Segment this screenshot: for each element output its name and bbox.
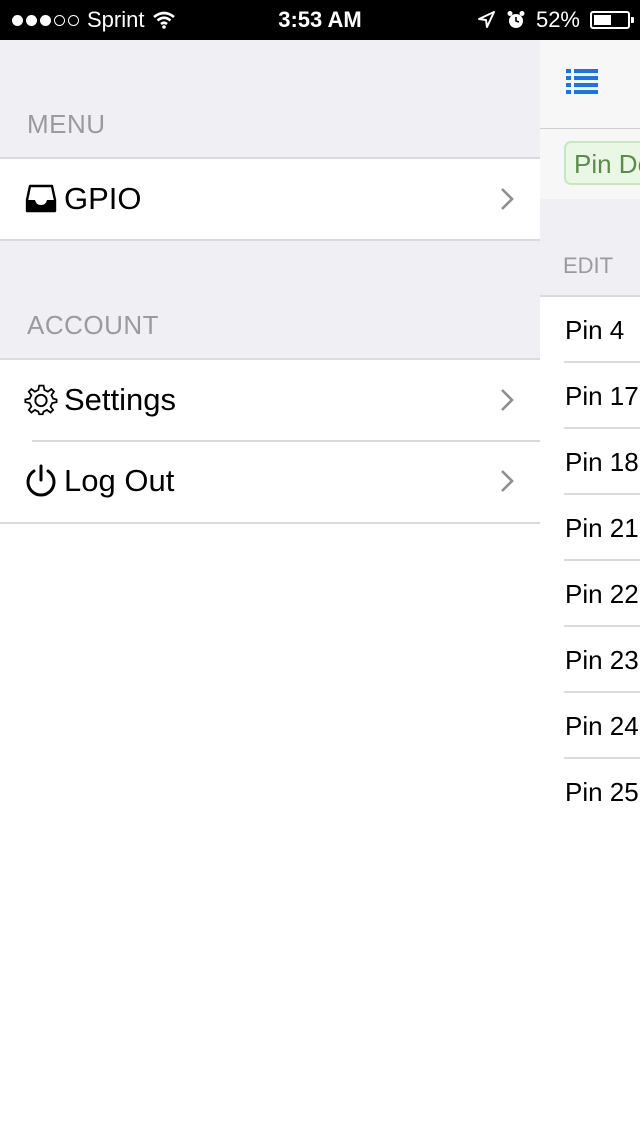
- side-drawer: MENU GPIO ACCOUNT Settings Log Out: [0, 40, 540, 1136]
- menu-section-header: MENU: [27, 109, 106, 139]
- pin-label: Pin 25: [565, 777, 639, 807]
- pin-list-item[interactable]: Pin 4: [540, 297, 640, 363]
- chevron-right-icon: [501, 470, 514, 492]
- edit-section-header: EDIT: [563, 253, 614, 278]
- inbox-icon: [24, 182, 58, 216]
- pin-label: Pin 24: [565, 711, 639, 741]
- pin-list-item[interactable]: Pin 25: [540, 759, 640, 825]
- chevron-right-icon: [501, 389, 514, 411]
- location-arrow-icon: [477, 11, 495, 28]
- pin-label: Pin 4: [565, 315, 625, 345]
- drawer-item-label: GPIO: [64, 181, 142, 216]
- chevron-right-icon: [501, 188, 514, 210]
- pin-label: Pin 23: [565, 645, 639, 675]
- drawer-item-settings[interactable]: Settings: [0, 358, 540, 440]
- status-bar: Sprint 3:53 AM 52%: [0, 0, 640, 40]
- edit-section-header-band: EDIT: [540, 199, 640, 297]
- pin-detail-button[interactable]: Pin De: [564, 141, 640, 185]
- pin-list-item[interactable]: Pin 24: [540, 693, 640, 759]
- drawer-item-logout[interactable]: Log Out: [0, 440, 540, 524]
- pin-list-item[interactable]: Pin 21: [540, 495, 640, 561]
- pin-label: Pin 21: [565, 513, 639, 543]
- drawer-item-gpio[interactable]: GPIO: [0, 157, 540, 241]
- pin-list-item[interactable]: Pin 22: [540, 561, 640, 627]
- pin-label: Pin 17: [565, 381, 639, 411]
- pin-list-item[interactable]: Pin 18: [540, 429, 640, 495]
- battery-icon: [590, 11, 634, 29]
- navigation-bar: [540, 40, 640, 129]
- menu-section-header-band: MENU: [0, 40, 540, 157]
- pin-list-item[interactable]: Pin 23: [540, 627, 640, 693]
- drawer-item-label: Settings: [64, 382, 177, 417]
- power-icon: [24, 464, 58, 498]
- account-section-header: ACCOUNT: [27, 310, 160, 340]
- alarm-icon: [507, 11, 525, 28]
- gear-icon: [24, 383, 58, 417]
- drawer-item-label: Log Out: [64, 463, 175, 498]
- list-icon[interactable]: [566, 68, 598, 96]
- status-right: 52%: [476, 0, 634, 40]
- main-content-panel: Pin De EDIT Pin 4 Pin 17 Pin 18 Pin 21 P…: [540, 40, 640, 1136]
- pin-list-item[interactable]: Pin 17: [540, 363, 640, 429]
- account-section-header-band: ACCOUNT: [0, 241, 540, 358]
- pin-label: Pin 18: [565, 447, 639, 477]
- battery-percent: 52%: [535, 7, 580, 32]
- pin-label: Pin 22: [565, 579, 639, 609]
- toolbar: Pin De: [540, 129, 640, 199]
